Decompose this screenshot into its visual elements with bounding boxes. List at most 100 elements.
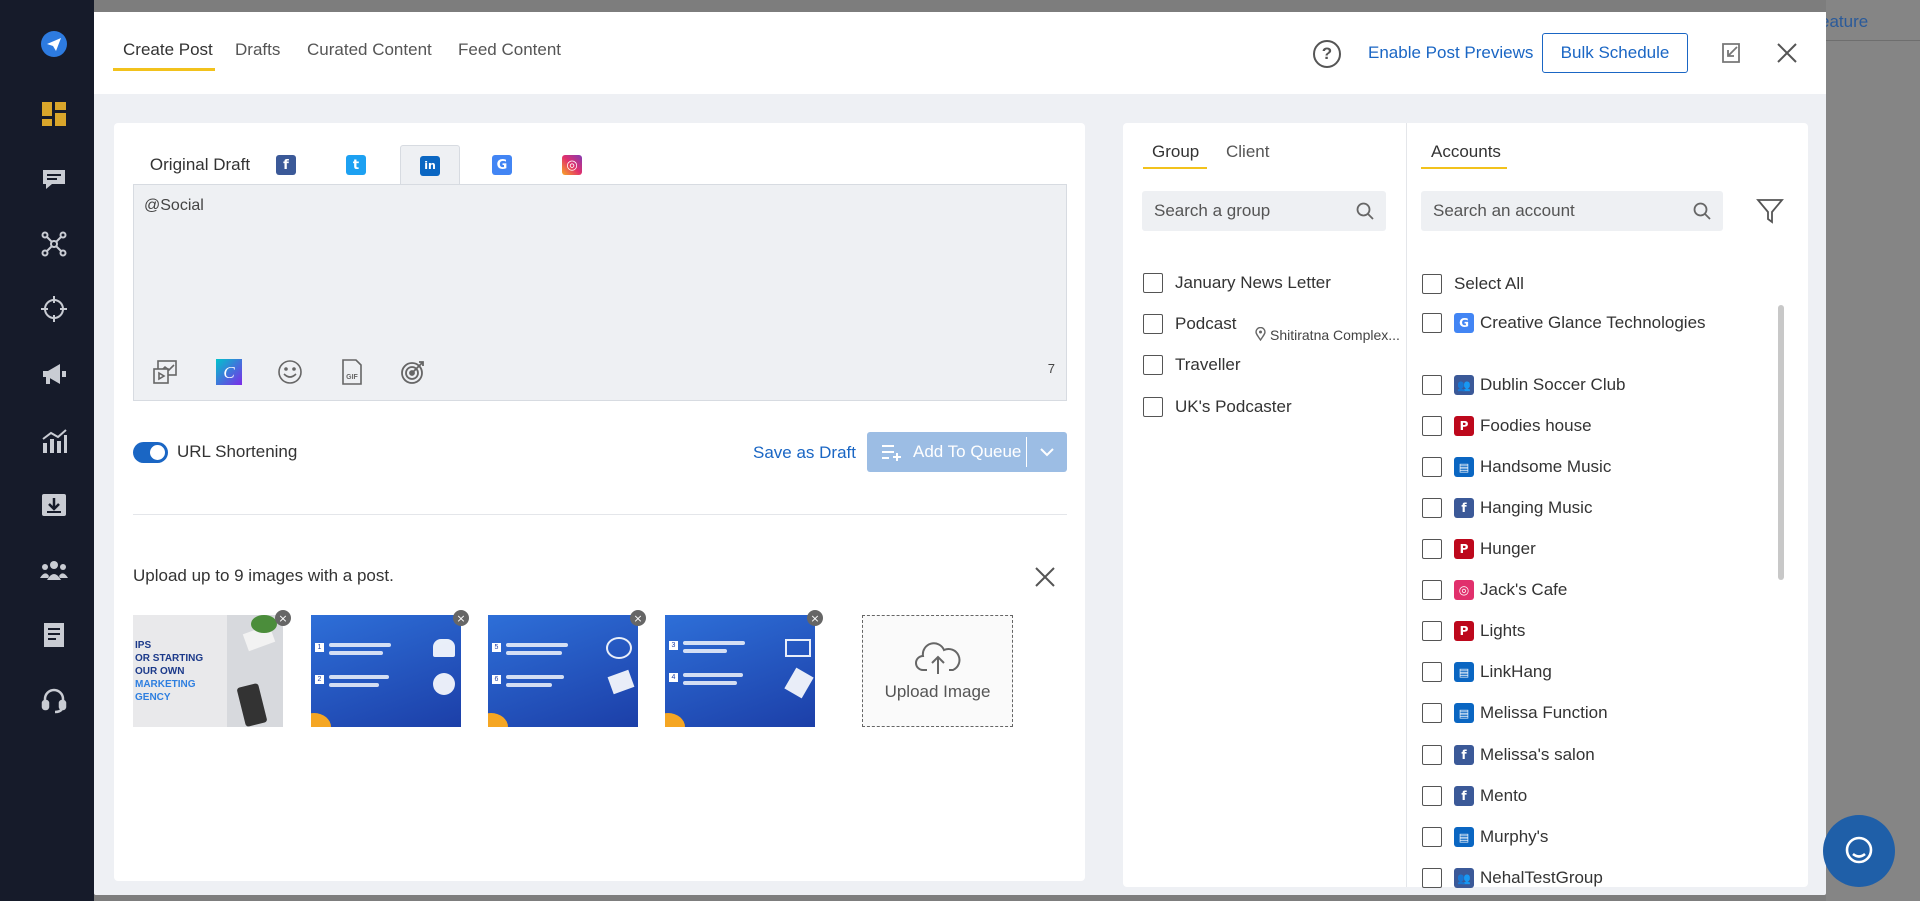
account-item[interactable]: f Mento xyxy=(1422,786,1527,806)
image-thumbnail[interactable]: 3 4 xyxy=(665,615,815,727)
group-item[interactable]: Podcast xyxy=(1143,314,1236,334)
select-all-item[interactable]: Select All xyxy=(1422,274,1524,294)
image-thumbnail[interactable]: 1 2 xyxy=(311,615,461,727)
remove-image-icon[interactable]: × xyxy=(453,610,469,626)
dashboard-icon[interactable] xyxy=(37,97,71,131)
post-text[interactable]: @Social xyxy=(144,197,204,215)
account-item[interactable]: G Creative Glance Technologies xyxy=(1422,313,1706,333)
remove-image-icon[interactable]: × xyxy=(807,610,823,626)
close-upload-icon[interactable] xyxy=(1034,566,1056,588)
minimize-icon[interactable] xyxy=(1719,41,1743,65)
tab-create-post[interactable]: Create Post xyxy=(123,40,213,60)
checkbox[interactable] xyxy=(1143,273,1163,293)
emoji-icon[interactable] xyxy=(275,357,305,387)
tab-google-business[interactable]: G xyxy=(480,145,524,185)
group-tab-indicator xyxy=(1143,167,1207,169)
account-item[interactable]: P Hunger xyxy=(1422,539,1536,559)
cloud-upload-icon xyxy=(914,642,960,674)
help-icon[interactable]: ? xyxy=(1313,40,1341,68)
background-divider xyxy=(1826,40,1920,41)
checkbox[interactable] xyxy=(1422,745,1442,765)
checkbox[interactable] xyxy=(1422,580,1442,600)
account-list-scrollbar[interactable] xyxy=(1778,305,1784,580)
account-item[interactable]: 👥 Dublin Soccer Club xyxy=(1422,375,1626,395)
chat-support-button[interactable] xyxy=(1823,815,1895,887)
bulk-schedule-button[interactable]: Bulk Schedule xyxy=(1542,33,1688,73)
download-icon[interactable] xyxy=(37,488,71,522)
account-item[interactable]: ▤ Murphy's xyxy=(1422,827,1548,847)
checkbox[interactable] xyxy=(1422,375,1442,395)
tab-accounts[interactable]: Accounts xyxy=(1431,142,1501,162)
upload-image-button[interactable]: Upload Image xyxy=(862,615,1013,727)
remove-image-icon[interactable]: × xyxy=(630,610,646,626)
account-item[interactable]: ▤ LinkHang xyxy=(1422,662,1552,682)
account-item[interactable]: f Melissa's salon xyxy=(1422,745,1595,765)
checkbox[interactable] xyxy=(1422,416,1442,436)
team-icon[interactable] xyxy=(37,553,71,587)
account-item[interactable]: ▤ Melissa Function xyxy=(1422,703,1608,723)
headset-icon[interactable] xyxy=(37,683,71,717)
checkbox[interactable] xyxy=(1422,498,1442,518)
tab-linkedin[interactable]: in xyxy=(400,145,460,185)
checkbox[interactable] xyxy=(1422,786,1442,806)
checkbox[interactable] xyxy=(1422,827,1442,847)
inbox-icon[interactable] xyxy=(37,162,71,196)
save-as-draft-link[interactable]: Save as Draft xyxy=(753,443,856,463)
tab-facebook[interactable]: f xyxy=(264,145,308,185)
url-shortening-toggle[interactable] xyxy=(133,442,168,463)
checkbox[interactable] xyxy=(1422,539,1442,559)
tab-original-draft[interactable]: Original Draft xyxy=(135,145,265,185)
account-item[interactable]: P Lights xyxy=(1422,621,1525,641)
remove-image-icon[interactable]: × xyxy=(275,610,291,626)
tab-instagram[interactable]: ◎ xyxy=(550,145,594,185)
add-to-queue-button[interactable]: Add To Queue xyxy=(867,432,1067,472)
group-item[interactable]: Traveller xyxy=(1143,355,1241,375)
checkbox[interactable] xyxy=(1422,457,1442,477)
paper-plane-icon[interactable] xyxy=(37,27,71,61)
queue-options-dropdown[interactable] xyxy=(1027,432,1067,472)
analytics-icon[interactable] xyxy=(37,424,71,458)
image-thumbnail[interactable]: IPS OR STARTING OUR OWN MARKETING GENCY xyxy=(133,615,283,727)
facebook-icon: f xyxy=(1454,786,1474,806)
account-item[interactable]: P Foodies house xyxy=(1422,416,1592,436)
checkbox[interactable] xyxy=(1422,313,1442,333)
checkbox[interactable] xyxy=(1422,703,1442,723)
account-search-placeholder: Search an account xyxy=(1433,201,1575,220)
character-count: 7 xyxy=(1047,361,1055,376)
filter-icon[interactable] xyxy=(1756,197,1784,225)
checkbox[interactable] xyxy=(1422,868,1442,888)
image-thumbnail[interactable]: 5 6 xyxy=(488,615,638,727)
tab-drafts[interactable]: Drafts xyxy=(235,40,280,60)
account-item[interactable]: 👥 NehalTestGroup xyxy=(1422,868,1603,888)
enable-post-previews-link[interactable]: Enable Post Previews xyxy=(1368,43,1533,63)
close-icon[interactable] xyxy=(1775,41,1799,65)
checkbox[interactable] xyxy=(1422,621,1442,641)
account-item[interactable]: ▤ Handsome Music xyxy=(1422,457,1611,477)
group-item[interactable]: January News Letter xyxy=(1143,273,1331,293)
tab-feed-content[interactable]: Feed Content xyxy=(458,40,561,60)
checkbox[interactable] xyxy=(1143,355,1163,375)
tab-curated-content[interactable]: Curated Content xyxy=(307,40,432,60)
group-search-input[interactable]: Search a group xyxy=(1142,191,1386,231)
network-icon[interactable] xyxy=(37,227,71,261)
post-compose-area[interactable]: @Social C GIF 7 xyxy=(133,184,1067,401)
media-gallery-icon[interactable] xyxy=(150,357,180,387)
gif-icon[interactable]: GIF xyxy=(337,357,367,387)
account-item[interactable]: f Hanging Music xyxy=(1422,498,1592,518)
tab-twitter[interactable]: t xyxy=(334,145,378,185)
tab-group[interactable]: Group xyxy=(1152,142,1199,162)
checkbox[interactable] xyxy=(1422,274,1442,294)
checkbox[interactable] xyxy=(1422,662,1442,682)
report-icon[interactable] xyxy=(37,618,71,652)
group-item[interactable]: UK's Podcaster xyxy=(1143,397,1292,417)
account-label: Hunger xyxy=(1480,539,1536,558)
canva-icon[interactable]: C xyxy=(214,357,244,387)
account-item[interactable]: ◎ Jack's Cafe xyxy=(1422,580,1567,600)
checkbox[interactable] xyxy=(1143,314,1163,334)
target-icon[interactable] xyxy=(398,357,428,387)
megaphone-icon[interactable] xyxy=(37,357,71,391)
account-search-input[interactable]: Search an account xyxy=(1421,191,1723,231)
checkbox[interactable] xyxy=(1143,397,1163,417)
crosshair-icon[interactable] xyxy=(37,292,71,326)
tab-client[interactable]: Client xyxy=(1226,142,1269,162)
